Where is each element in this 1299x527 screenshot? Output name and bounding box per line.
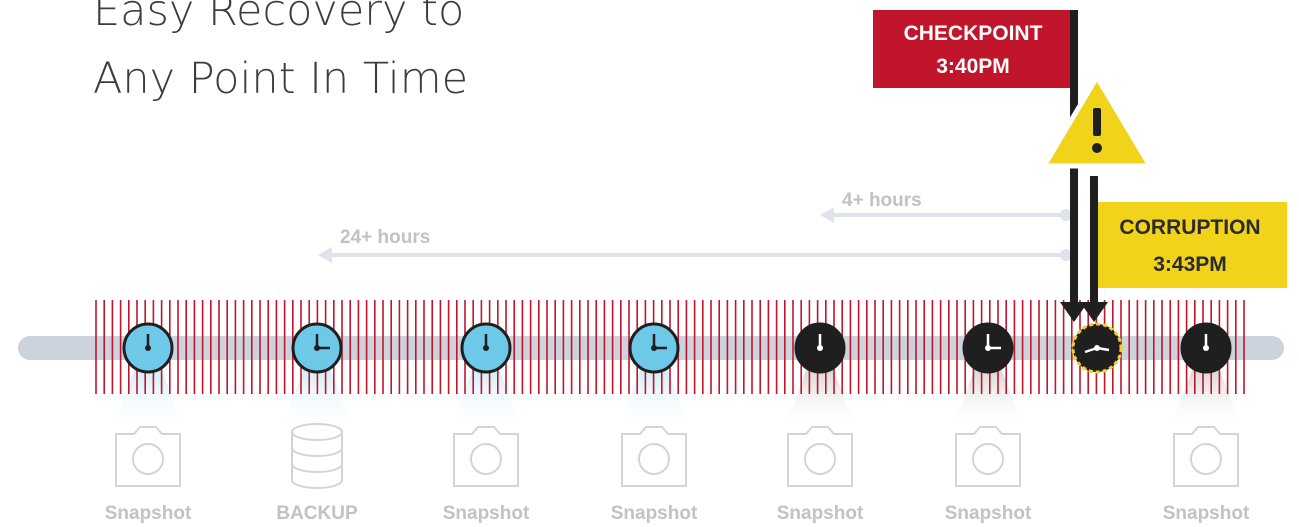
clock-icon: [628, 322, 680, 374]
point-label: Snapshot: [1163, 503, 1250, 524]
corruption-time: 3:43PM: [1153, 253, 1227, 276]
camera-icon: [115, 426, 181, 487]
point-label: Snapshot: [611, 503, 698, 524]
clock-icon: [1071, 322, 1123, 374]
point-label: Snapshot: [443, 503, 530, 524]
point-label: BACKUP: [276, 503, 358, 524]
camera-icon: [1173, 426, 1239, 487]
clock-icon: [460, 322, 512, 374]
timeline-diagram: 4+ hours 24+ hours CHECKPOINT 3:40PM COR…: [18, 10, 1287, 524]
range-4h-arrowhead: [820, 207, 834, 223]
camera-icon: [621, 426, 687, 487]
point-label: Snapshot: [105, 503, 192, 524]
camera-icon: [787, 426, 853, 487]
database-icon: [291, 423, 343, 489]
checkpoint-label: CHECKPOINT: [904, 22, 1043, 45]
clock-icon: [794, 322, 846, 374]
clock-icon: [291, 322, 343, 374]
range-4h-label: 4+ hours: [842, 190, 922, 211]
corruption-label: CORRUPTION: [1119, 216, 1260, 239]
range-24h-label: 24+ hours: [340, 227, 430, 248]
clock-icon: [962, 322, 1014, 374]
range-24h-arrowhead: [318, 247, 332, 263]
range-arrows: 4+ hours 24+ hours: [318, 190, 1072, 263]
camera-icon: [453, 426, 519, 487]
warning-icon: [1041, 74, 1153, 169]
point-label: Snapshot: [945, 503, 1032, 524]
point-label: Snapshot: [777, 503, 864, 524]
corruption-flag: CORRUPTION 3:43PM: [1080, 176, 1287, 322]
camera-icon: [955, 426, 1021, 487]
clock-icon: [122, 322, 174, 374]
checkpoint-time: 3:40PM: [936, 55, 1010, 78]
clock-icon: [1180, 322, 1232, 374]
